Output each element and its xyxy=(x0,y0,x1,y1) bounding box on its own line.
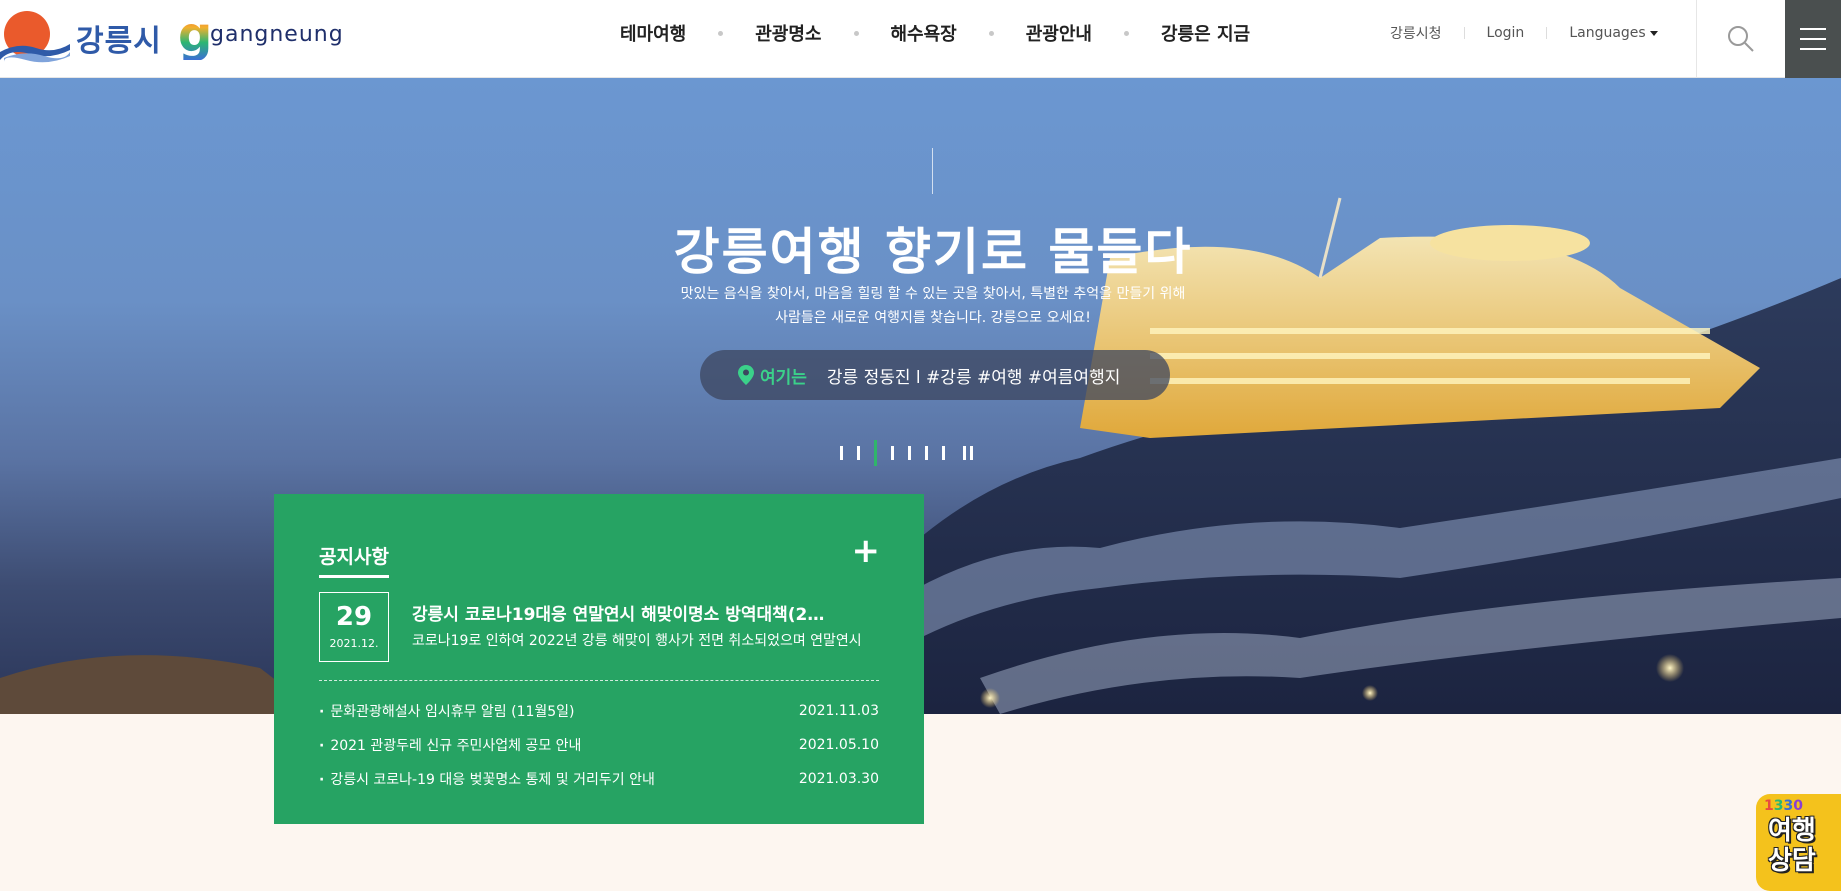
slide-indicator[interactable] xyxy=(891,446,894,460)
travel-consult-badge[interactable]: 1330 여행 상담 xyxy=(1756,794,1841,891)
location-text: 강릉 정동진 l #강릉 #여행 #여름여행지 xyxy=(826,367,1121,388)
notice-item-title: 문화관광해설사 임시휴무 알림 (11월5일) xyxy=(319,701,574,721)
featured-year-month: 2021.12. xyxy=(329,637,379,650)
notice-item-title: 2021 관광두레 신규 주민사업체 공모 안내 xyxy=(319,735,581,755)
util-divider xyxy=(1546,27,1548,39)
hamburger-menu-button[interactable] xyxy=(1785,0,1841,78)
login-link[interactable]: Login xyxy=(1487,25,1525,41)
nav-separator xyxy=(718,30,724,36)
hero-description: 맛있는 음식을 찾아서, 마음을 힐링 할 수 있는 곳을 찾아서, 특별한 추… xyxy=(0,282,1841,330)
notice-board: 공지사항 + 29 2021.12. 강릉시 코로나19대응 연말연시 해맞이명… xyxy=(274,494,924,824)
sun-wave-logo-icon xyxy=(0,8,70,68)
nav-tourist-info[interactable]: 관광안내 xyxy=(1026,20,1092,46)
plus-icon[interactable]: + xyxy=(852,534,881,568)
main-nav: 테마여행 관광명소 해수욕장 관광안내 강릉은 지금 xyxy=(620,0,1250,66)
search-icon xyxy=(1728,26,1754,52)
nav-separator xyxy=(1124,30,1129,36)
hero-decorative-line xyxy=(932,148,933,194)
notice-list-item[interactable]: 2021 관광두레 신규 주민사업체 공모 안내 2021.05.10 xyxy=(319,728,879,762)
nav-attractions[interactable]: 관광명소 xyxy=(755,20,821,46)
notice-item-date: 2021.05.10 xyxy=(798,737,879,753)
consult-number: 1330 xyxy=(1764,798,1803,814)
slide-indicator[interactable] xyxy=(840,446,843,460)
city-logo[interactable]: 강릉시 xyxy=(0,8,162,68)
notice-title: 공지사항 xyxy=(319,542,389,578)
gangneung-brand-logo[interactable]: g gangneung xyxy=(178,7,343,68)
notice-item-title: 강릉시 코로나-19 대응 벚꽃명소 통제 및 거리두기 안내 xyxy=(319,769,655,789)
languages-label: Languages xyxy=(1569,25,1646,41)
consult-line1: 여행 xyxy=(1768,816,1816,846)
featured-notice-date: 29 2021.12. xyxy=(319,592,389,662)
search-button[interactable] xyxy=(1696,0,1785,78)
util-divider xyxy=(1463,27,1465,39)
notice-divider xyxy=(319,680,879,681)
nav-beaches[interactable]: 해수욕장 xyxy=(891,20,957,46)
utility-links: 강릉시청 Login Languages xyxy=(1390,0,1658,66)
featured-notice-title[interactable]: 강릉시 코로나19대응 연말연시 해맞이명소 방역대책(2… xyxy=(412,600,872,625)
nav-separator xyxy=(988,30,994,36)
hero-title: 강릉여행 향기로 물들다 xyxy=(673,222,1193,281)
location-pin-icon xyxy=(738,365,754,385)
consult-line2: 상담 xyxy=(1768,846,1816,876)
consult-label: 여행 상담 xyxy=(1768,816,1838,876)
nav-separator xyxy=(853,30,859,36)
brand-wordmark: gangneung xyxy=(210,22,344,47)
notice-list-item[interactable]: 강릉시 코로나-19 대응 벚꽃명소 통제 및 거리두기 안내 2021.03.… xyxy=(319,762,879,796)
hamburger-menu-icon xyxy=(1800,28,1826,30)
nav-gangneung-now[interactable]: 강릉은 지금 xyxy=(1161,20,1250,46)
slide-indicator[interactable] xyxy=(925,446,928,460)
slide-indicator[interactable] xyxy=(942,446,945,460)
notice-item-date: 2021.11.03 xyxy=(798,703,879,719)
languages-dropdown[interactable]: Languages xyxy=(1569,25,1658,41)
notice-list: 문화관광해설사 임시휴무 알림 (11월5일) 2021.11.03 2021 … xyxy=(319,694,879,796)
location-label: 여기는 xyxy=(760,367,807,388)
notice-list-item[interactable]: 문화관광해설사 임시휴무 알림 (11월5일) 2021.11.03 xyxy=(319,694,879,728)
hero-desc-line1: 맛있는 음식을 찾아서, 마음을 힐링 할 수 있는 곳을 찾아서, 특별한 추… xyxy=(680,286,1186,302)
slide-indicator[interactable] xyxy=(908,446,911,460)
site-header: 강릉시 g gangneung 테마여행 관광명소 해수욕장 관광안내 강릉은 … xyxy=(0,0,1841,78)
city-hall-link[interactable]: 강릉시청 xyxy=(1390,23,1442,43)
slide-indicator-active[interactable] xyxy=(874,440,877,466)
featured-day: 29 xyxy=(335,602,373,632)
featured-notice-desc: 코로나19로 인하여 2022년 강릉 해맞이 행사가 전면 취소되었으며 연말… xyxy=(412,633,862,649)
logo-korean-text: 강릉시 xyxy=(76,24,162,59)
slide-indicator[interactable] xyxy=(857,446,860,460)
location-pill: 여기는 강릉 정동진 l #강릉 #여행 #여름여행지 xyxy=(700,350,1170,400)
caret-down-icon xyxy=(1649,30,1658,36)
slide-pagination xyxy=(840,440,973,466)
brand-g-letter: g xyxy=(178,7,213,63)
pause-icon[interactable] xyxy=(963,446,973,460)
nav-theme-travel[interactable]: 테마여행 xyxy=(620,20,686,46)
notice-item-date: 2021.03.30 xyxy=(798,771,879,787)
hero-desc-line2: 사람들은 새로운 여행지를 찾습니다. 강릉으로 오세요! xyxy=(775,310,1091,326)
